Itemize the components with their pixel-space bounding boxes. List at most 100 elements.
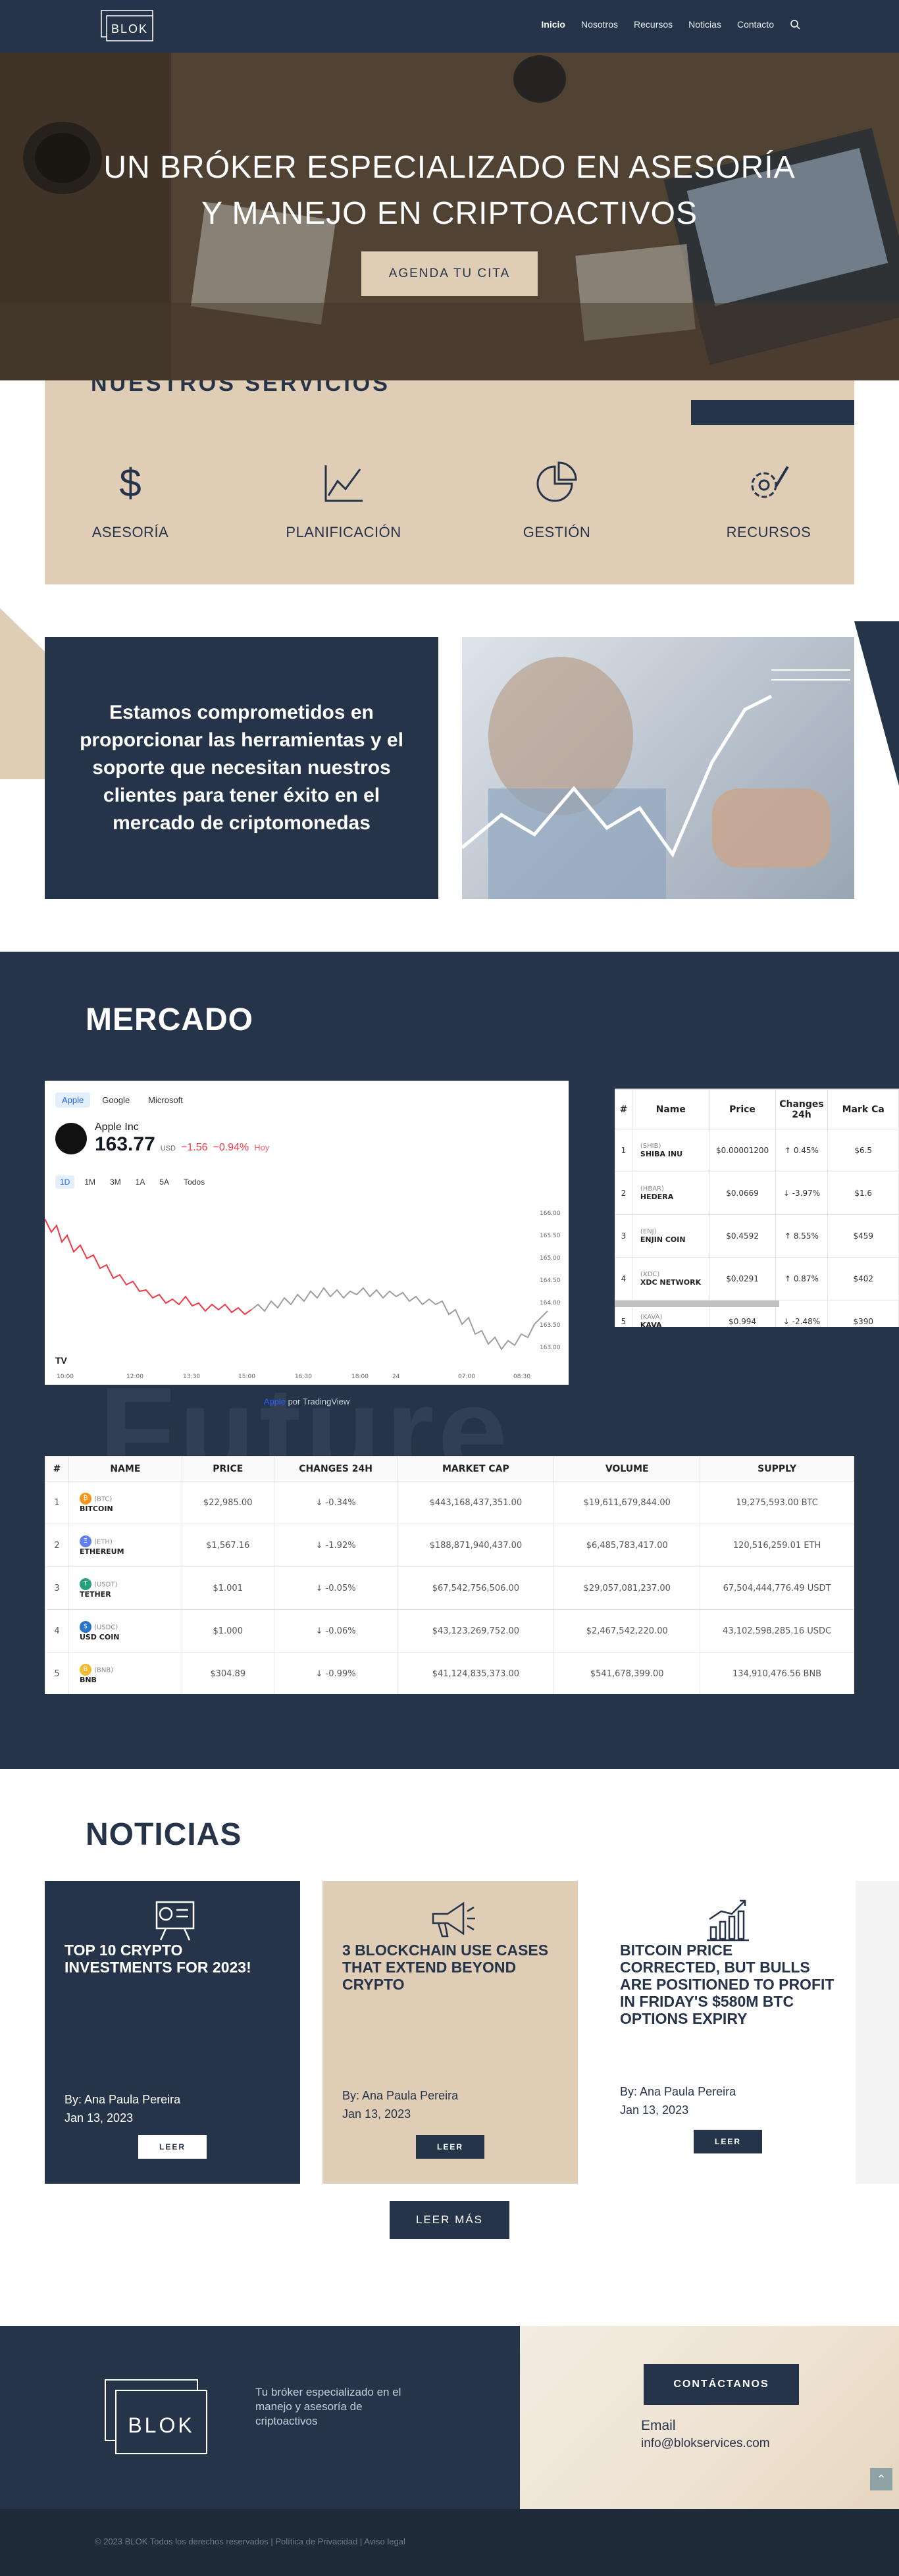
change-cell: ↑ 0.45% bbox=[775, 1129, 829, 1172]
col-volume[interactable]: VOLUME bbox=[553, 1456, 701, 1481]
rank-cell: 2 bbox=[615, 1172, 632, 1215]
read-button[interactable]: LEER bbox=[138, 2135, 207, 2159]
coin-name: BNB bbox=[79, 1675, 97, 1684]
hero-title-line-2: Y MANEJO EN CRIPTOACTIVOS bbox=[201, 196, 698, 231]
coin-symbol: (USDT) bbox=[94, 1581, 118, 1588]
nav-contacto[interactable]: Contacto bbox=[737, 19, 774, 30]
rank-cell: 5 bbox=[45, 1652, 69, 1694]
news-card[interactable]: BITCOIN PRICE CORRECTED, BUT BULLS ARE P… bbox=[600, 1881, 856, 2184]
altcoin-mini-table: # Name Price Changes 24h Mark Ca 1 (SHIB)… bbox=[615, 1089, 899, 1327]
supply-cell: 43,102,598,285.16 USDC bbox=[700, 1609, 854, 1653]
blok-logo[interactable]: BLOK bbox=[97, 8, 158, 45]
price-change-pct: −0.94% bbox=[213, 1142, 249, 1153]
coin-symbol: (SHIB) bbox=[640, 1143, 661, 1150]
volume-cell: $6,485,783,417.00 bbox=[553, 1524, 701, 1567]
rank-cell: 1 bbox=[45, 1481, 69, 1524]
news-author: By: Ana Paula Pereira bbox=[64, 2093, 181, 2106]
price-cell: $0.0291 bbox=[709, 1257, 776, 1301]
tab-apple[interactable]: Apple bbox=[55, 1093, 91, 1108]
table-row[interactable]: 3 (ENJ) ENJIN COIN $0.4592 ↑ 8.55% $459 bbox=[615, 1214, 899, 1258]
hero-banner: UN BRÓKER ESPECIALIZADO EN ASESORÍA Y MA… bbox=[0, 53, 899, 380]
market-cap-cell: $459 bbox=[827, 1214, 899, 1258]
svg-text:$: $ bbox=[119, 461, 141, 505]
period-1a[interactable]: 1A bbox=[131, 1175, 150, 1189]
market-cap-cell: $41,124,835,373.00 bbox=[397, 1652, 555, 1694]
service-planificacion[interactable]: PLANIFICACIÓN bbox=[258, 458, 429, 541]
news-card[interactable]: 3 BLOCKCHAIN USE CASES THAT EXTEND BEYON… bbox=[322, 1881, 578, 2184]
service-gestion[interactable]: GESTIÓN bbox=[471, 458, 642, 541]
footer-tagline: Tu bróker especializado en el manejo y a… bbox=[255, 2386, 401, 2427]
table-row[interactable]: 1 ₿ (BTC) BITCOIN $22,985.00 ↓ -0.34% $443,16… bbox=[45, 1481, 854, 1524]
tab-google[interactable]: Google bbox=[95, 1093, 136, 1108]
tradingview-logo-icon: TV bbox=[55, 1355, 68, 1366]
current-price: 163.77 bbox=[95, 1133, 155, 1155]
coin-name: ETHEREUM bbox=[79, 1547, 124, 1556]
footer-logo-text: BLOK bbox=[128, 2413, 194, 2437]
email-link[interactable]: info@blokservices.com bbox=[641, 2436, 770, 2451]
tab-microsoft[interactable]: Microsoft bbox=[141, 1093, 190, 1108]
col-market-cap[interactable]: MARKET CAP bbox=[397, 1456, 555, 1481]
col-rank: # bbox=[615, 1089, 632, 1129]
price-scale-label: 164.00 bbox=[540, 1300, 561, 1306]
megaphone-icon bbox=[432, 1901, 475, 1938]
nav-noticias[interactable]: Noticias bbox=[688, 19, 721, 30]
tradingview-credit-link[interactable]: Apple bbox=[264, 1397, 286, 1406]
price-scale-label: 166.00 bbox=[540, 1210, 561, 1217]
period-3m[interactable]: 3M bbox=[105, 1175, 126, 1189]
book-appointment-button[interactable]: AGENDA TU CITA bbox=[361, 251, 538, 296]
col-changes[interactable]: CHANGES 24H bbox=[273, 1456, 398, 1481]
col-market-cap[interactable]: Mark Ca bbox=[827, 1089, 899, 1129]
read-more-button[interactable]: LEER MÁS bbox=[390, 2201, 509, 2239]
coin-name: BITCOIN bbox=[79, 1504, 113, 1513]
news-card-title[interactable]: BITCOIN PRICE CORRECTED, BUT BULLS ARE P… bbox=[620, 1942, 836, 2027]
table-row[interactable]: 3T (USDT) TETHER $1.001 ↓ -0.05% $67,542,756… bbox=[45, 1566, 854, 1610]
coin-symbol: (ENJ) bbox=[640, 1228, 657, 1235]
nav-inicio[interactable]: Inicio bbox=[541, 19, 565, 30]
col-price[interactable]: Price bbox=[709, 1089, 776, 1129]
scroll-to-top-icon[interactable]: ⌃ bbox=[870, 2468, 892, 2490]
col-price[interactable]: PRICE bbox=[181, 1456, 274, 1481]
read-button[interactable]: LEER bbox=[694, 2130, 762, 2153]
table-row[interactable]: 2 (HBAR) HEDERA $0.0669 ↓ -3.97% $1.6 bbox=[615, 1172, 899, 1215]
presentation-icon bbox=[155, 1901, 195, 1941]
table-row[interactable]: 4 $ (USDC) USD COIN $1.000 ↓ -0.06% $43,123,2… bbox=[45, 1609, 854, 1653]
change-cell: ↓ -0.05% bbox=[273, 1566, 398, 1610]
period-1m[interactable]: 1M bbox=[80, 1175, 100, 1189]
news-card-next-peek bbox=[856, 1881, 899, 2184]
col-name[interactable]: Name bbox=[631, 1089, 710, 1129]
footer-blok-logo[interactable]: BLOK bbox=[103, 2376, 209, 2458]
horizontal-scrollbar[interactable] bbox=[615, 1301, 779, 1307]
dollar-icon: $ bbox=[119, 461, 141, 505]
table-row[interactable]: 1 (SHIB) SHIBA INU $0.00001200 ↑ 0.45% $6.5 bbox=[615, 1129, 899, 1172]
col-name[interactable]: NAME bbox=[68, 1456, 182, 1481]
change-cell: ↓ -3.97% bbox=[775, 1172, 829, 1215]
market-title: MERCADO bbox=[86, 1002, 253, 1037]
coin-symbol: (KAVA) bbox=[640, 1314, 663, 1321]
volume-cell: $541,678,399.00 bbox=[553, 1652, 701, 1694]
period-1d[interactable]: 1D bbox=[55, 1175, 75, 1189]
period-5a[interactable]: 5A bbox=[155, 1175, 174, 1189]
news-card[interactable]: TOP 10 CRYPTO INVESTMENTS FOR 2023! By: … bbox=[45, 1881, 300, 2184]
col-changes[interactable]: Changes 24h bbox=[775, 1089, 829, 1129]
coin-icon: T bbox=[79, 1578, 91, 1590]
news-card-title[interactable]: TOP 10 CRYPTO INVESTMENTS FOR 2023! bbox=[64, 1942, 280, 1976]
nav-nosotros[interactable]: Nosotros bbox=[581, 19, 618, 30]
read-button[interactable]: LEER bbox=[416, 2135, 484, 2159]
news-card-title[interactable]: 3 BLOCKCHAIN USE CASES THAT EXTEND BEYON… bbox=[342, 1942, 558, 1993]
service-recursos[interactable]: RECURSOS bbox=[683, 458, 854, 541]
price-scale: 166.00 165.50 165.00 164.50 164.00 163.5… bbox=[540, 1210, 561, 1351]
table-row[interactable]: 5B (BNB) BNB $304.89 ↓ -0.99% $41,124,835,37… bbox=[45, 1652, 854, 1694]
page: BLOK Inicio Nosotros Recursos Noticias C… bbox=[0, 0, 899, 2576]
search-icon[interactable] bbox=[790, 19, 800, 30]
table-row[interactable]: 4 (XDC) XDC NETWORK $0.0291 ↑ 0.87% $402 bbox=[615, 1257, 899, 1301]
col-supply[interactable]: SUPPLY bbox=[700, 1456, 854, 1481]
hero-title: UN BRÓKER ESPECIALIZADO EN ASESORÍA Y MA… bbox=[99, 145, 800, 237]
coin-cell: (HBAR) HEDERA bbox=[631, 1172, 710, 1215]
period-todos[interactable]: Todos bbox=[179, 1175, 209, 1189]
service-asesoria[interactable]: $ ASESORÍA bbox=[45, 458, 216, 541]
services-section: NUESTROS SERVICIOS $ ASESORÍA PLANIFICAC… bbox=[45, 380, 854, 584]
price-chart: 166.00 165.50 165.00 164.50 164.00 163.5… bbox=[45, 1210, 561, 1380]
table-row[interactable]: 2Ξ (ETH) ETHEREUM $1,567.16 ↓ -1.92% $188,87… bbox=[45, 1524, 854, 1567]
nav-recursos[interactable]: Recursos bbox=[634, 19, 673, 30]
contact-button[interactable]: CONTÁCTANOS bbox=[644, 2364, 799, 2405]
